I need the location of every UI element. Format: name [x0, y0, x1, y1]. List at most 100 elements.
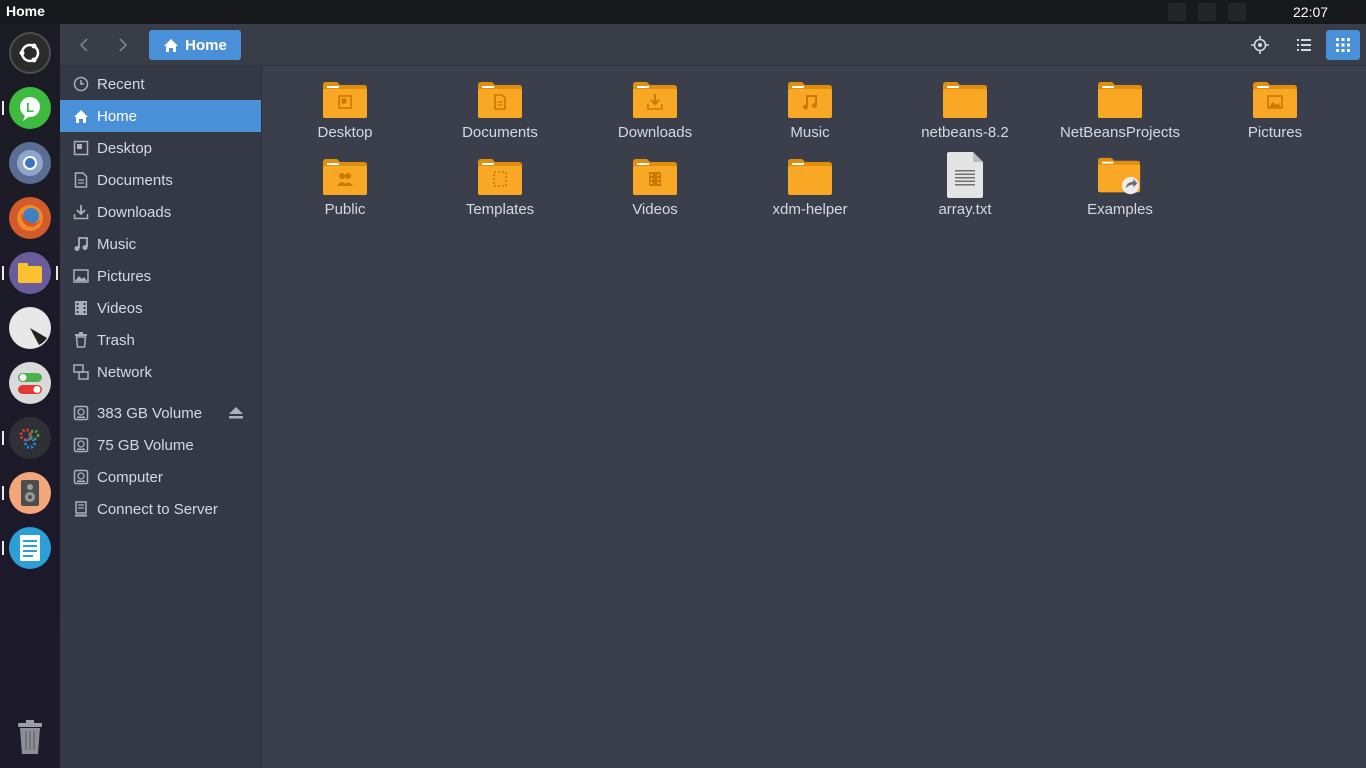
sidebar-item-music[interactable]: Music: [60, 228, 261, 260]
file-item[interactable]: Music: [740, 80, 880, 154]
file-label: NetBeansProjects: [1059, 124, 1181, 141]
system-tray: [1168, 3, 1246, 21]
home-icon: [72, 107, 90, 125]
trash-icon[interactable]: [9, 716, 51, 758]
path-bar-label: Home: [185, 36, 227, 54]
path-bar-home-button[interactable]: Home: [149, 30, 241, 60]
folder-icon: [943, 80, 987, 120]
locate-button[interactable]: [1244, 30, 1276, 60]
sidebar-item-home[interactable]: Home: [60, 100, 261, 132]
folder-desktop-icon: [323, 80, 367, 120]
file-item[interactable]: Downloads: [585, 80, 725, 154]
crosshair-icon: [1251, 36, 1269, 54]
file-item[interactable]: Examples: [1050, 157, 1190, 231]
switches-icon[interactable]: [9, 362, 51, 404]
folder-music-icon: [788, 80, 832, 120]
file-item[interactable]: Videos: [585, 157, 725, 231]
chromium-icon[interactable]: [9, 142, 51, 184]
sidebar-item-trash[interactable]: Trash: [60, 324, 261, 356]
file-item[interactable]: Public: [275, 157, 415, 231]
back-button[interactable]: [68, 30, 100, 60]
file-label: Desktop: [317, 124, 373, 141]
file-label: Videos: [632, 201, 678, 218]
tray-indicator-icon[interactable]: [1198, 3, 1216, 21]
clock-icon: [72, 75, 90, 93]
file-label: netbeans-8.2: [921, 124, 1009, 141]
sidebar-item-label: Home: [97, 107, 138, 125]
eject-icon[interactable]: [229, 406, 243, 423]
files-icon[interactable]: [9, 252, 51, 294]
sidebar-item-label: 383 GB Volume: [97, 404, 203, 422]
sidebar-item-75gb-volume[interactable]: 75 GB Volume: [60, 429, 261, 461]
sidebar-item-label: Network: [97, 363, 153, 381]
file-label: Pictures: [1247, 124, 1303, 141]
running-indicator: [2, 486, 4, 500]
sidebar-item-documents[interactable]: Documents: [60, 164, 261, 196]
grid-icon: [1336, 38, 1350, 52]
trash-icon: [72, 331, 90, 349]
forward-button[interactable]: [107, 30, 139, 60]
folder-pictures-icon: [1253, 80, 1297, 120]
sidebar-item-computer[interactable]: Computer: [60, 461, 261, 493]
ubuntu-logo-icon[interactable]: [9, 32, 51, 74]
sidebar-item-label: Trash: [97, 331, 135, 349]
file-label: Documents: [462, 124, 538, 141]
list-view-button[interactable]: [1288, 30, 1320, 60]
sidebar-item-connect-to-server[interactable]: Connect to Server: [60, 493, 261, 525]
sidebar-item-videos[interactable]: Videos: [60, 292, 261, 324]
launcher: L: [0, 24, 60, 768]
file-item[interactable]: Pictures: [1205, 80, 1345, 154]
sidebar-item-label: Desktop: [97, 139, 153, 157]
drive-icon: [72, 436, 90, 454]
folder-public-icon: [323, 157, 367, 197]
file-label: Templates: [465, 201, 535, 218]
file-item[interactable]: Templates: [430, 157, 570, 231]
folder-icon: [788, 157, 832, 197]
file-item[interactable]: xdm-helper: [740, 157, 880, 231]
sidebar-item-label: 75 GB Volume: [97, 436, 194, 454]
sidebar-item-downloads[interactable]: Downloads: [60, 196, 261, 228]
sidebar-item-label: Videos: [97, 299, 143, 317]
drive-icon: [72, 404, 90, 422]
sidebar-item-recent[interactable]: Recent: [60, 68, 261, 100]
sidebar-item-pictures[interactable]: Pictures: [60, 260, 261, 292]
text-editor-icon[interactable]: [9, 527, 51, 569]
sidebar-item-desktop[interactable]: Desktop: [60, 132, 261, 164]
file-item[interactable]: Desktop: [275, 80, 415, 154]
file-manager-window: Home Recent Home Desktop Documents Downl…: [60, 24, 1366, 768]
folder-link-icon: [1098, 157, 1142, 197]
chat-app-icon[interactable]: L: [9, 87, 51, 129]
sidebar-item-label: Documents: [97, 171, 173, 189]
tray-indicator-icon[interactable]: [1228, 3, 1246, 21]
running-indicator: [2, 266, 4, 280]
file-label: Music: [790, 124, 830, 141]
file-item[interactable]: Documents: [430, 80, 570, 154]
settings-gears-icon[interactable]: [9, 417, 51, 459]
disc-icon[interactable]: [9, 307, 51, 349]
desktop-icon: [72, 139, 90, 157]
sidebar-item-network[interactable]: Network: [60, 356, 261, 388]
folder-templates-icon: [478, 157, 522, 197]
firefox-icon[interactable]: [9, 197, 51, 239]
sidebar-item-383gb-volume[interactable]: 383 GB Volume: [60, 397, 261, 429]
tray-indicator-icon[interactable]: [1168, 3, 1186, 21]
grid-view-button[interactable]: [1326, 30, 1360, 60]
header-bar: Home: [60, 24, 1366, 66]
chevron-left-icon: [79, 38, 88, 52]
sidebar-item-label: Music: [97, 235, 137, 253]
file-item[interactable]: netbeans-8.2: [895, 80, 1035, 154]
list-icon: [1297, 39, 1311, 51]
file-label: Public: [324, 201, 366, 218]
folder-downloads-icon: [633, 80, 677, 120]
svg-text:L: L: [26, 100, 34, 115]
clock[interactable]: 22:07: [1293, 4, 1328, 20]
sidebar-item-label: Recent: [97, 75, 145, 93]
file-label: xdm-helper: [772, 201, 848, 218]
computer-icon: [72, 468, 90, 486]
file-item[interactable]: NetBeansProjects: [1050, 80, 1190, 154]
sidebar-item-label: Pictures: [97, 267, 152, 285]
folder-icon: [1098, 80, 1142, 120]
file-item[interactable]: array.txt: [895, 152, 1035, 231]
speaker-icon[interactable]: [9, 472, 51, 514]
running-indicator: [2, 101, 4, 115]
